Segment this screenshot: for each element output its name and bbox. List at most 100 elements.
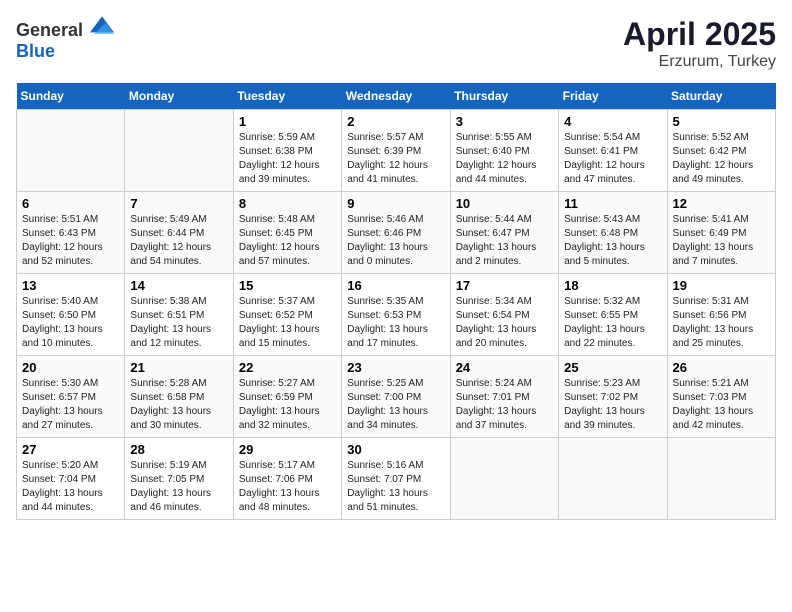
day-info: Sunrise: 5:27 AMSunset: 6:59 PMDaylight:… — [239, 377, 336, 433]
day-info: Sunrise: 5:31 AMSunset: 6:56 PMDaylight:… — [673, 295, 770, 351]
day-info: Sunrise: 5:38 AMSunset: 6:51 PMDaylight:… — [130, 295, 227, 351]
calendar-day-cell: 23 Sunrise: 5:25 AMSunset: 7:00 PMDayligh… — [342, 356, 450, 438]
calendar-day-cell: 12Sunrise: 5:41 AMSunset: 6:49 PMDayligh… — [667, 192, 775, 274]
weekday-header: Monday — [125, 83, 233, 110]
calendar-day-cell — [667, 438, 775, 520]
day-number: 19 — [673, 278, 770, 293]
day-number: 10 — [456, 196, 553, 211]
day-info: Sunrise: 5:37 AMSunset: 6:52 PMDaylight:… — [239, 295, 336, 351]
calendar-day-cell: 3 Sunrise: 5:55 AMSunset: 6:40 PMDaylight… — [450, 110, 558, 192]
day-number: 5 — [673, 114, 770, 129]
title-block: April 2025 Erzurum, Turkey — [623, 16, 776, 71]
day-info: Sunrise: 5:35 AMSunset: 6:53 PMDaylight:… — [347, 295, 444, 351]
day-info: Sunrise: 5:52 AMSunset: 6:42 PMDaylight:… — [673, 131, 770, 187]
calendar-day-cell: 15 Sunrise: 5:37 AMSunset: 6:52 PMDayligh… — [233, 274, 341, 356]
day-info: Sunrise: 5:59 AMSunset: 6:38 PMDaylight:… — [239, 131, 336, 187]
logo: General Blue — [16, 16, 114, 62]
calendar-day-cell: 9 Sunrise: 5:46 AMSunset: 6:46 PMDaylight… — [342, 192, 450, 274]
day-info: Sunrise: 5:23 AMSunset: 7:02 PMDaylight:… — [564, 377, 661, 433]
weekday-header: Friday — [559, 83, 667, 110]
calendar-day-cell: 13Sunrise: 5:40 AMSunset: 6:50 PMDayligh… — [17, 274, 125, 356]
calendar-day-cell — [17, 110, 125, 192]
weekday-header: Wednesday — [342, 83, 450, 110]
weekday-header: Tuesday — [233, 83, 341, 110]
day-number: 15 — [239, 278, 336, 293]
calendar-day-cell: 21Sunrise: 5:28 AMSunset: 6:58 PMDayligh… — [125, 356, 233, 438]
day-number: 26 — [673, 360, 770, 375]
calendar-day-cell: 29 Sunrise: 5:17 AMSunset: 7:06 PMDayligh… — [233, 438, 341, 520]
day-number: 9 — [347, 196, 444, 211]
day-info: Sunrise: 5:17 AMSunset: 7:06 PMDaylight:… — [239, 459, 336, 515]
weekday-header-row: SundayMondayTuesdayWednesdayThursdayFrid… — [17, 83, 776, 110]
calendar-day-cell: 14 Sunrise: 5:38 AMSunset: 6:51 PMDayligh… — [125, 274, 233, 356]
calendar-day-cell: 7 Sunrise: 5:49 AMSunset: 6:44 PMDaylight… — [125, 192, 233, 274]
weekday-header: Saturday — [667, 83, 775, 110]
calendar-table: SundayMondayTuesdayWednesdayThursdayFrid… — [16, 83, 776, 520]
day-number: 24 — [456, 360, 553, 375]
day-number: 30 — [347, 442, 444, 457]
calendar-day-cell: 6 Sunrise: 5:51 AMSunset: 6:43 PMDaylight… — [17, 192, 125, 274]
day-number: 3 — [456, 114, 553, 129]
day-info: Sunrise: 5:34 AMSunset: 6:54 PMDaylight:… — [456, 295, 553, 351]
day-info: Sunrise: 5:57 AMSunset: 6:39 PMDaylight:… — [347, 131, 444, 187]
page-subtitle: Erzurum, Turkey — [623, 53, 776, 71]
logo-general: General — [16, 20, 83, 40]
calendar-day-cell: 4Sunrise: 5:54 AMSunset: 6:41 PMDaylight… — [559, 110, 667, 192]
day-info: Sunrise: 5:51 AMSunset: 6:43 PMDaylight:… — [22, 213, 119, 269]
calendar-day-cell — [450, 438, 558, 520]
calendar-day-cell: 1Sunrise: 5:59 AMSunset: 6:38 PMDaylight… — [233, 110, 341, 192]
day-info: Sunrise: 5:24 AMSunset: 7:01 PMDaylight:… — [456, 377, 553, 433]
calendar-day-cell: 16 Sunrise: 5:35 AMSunset: 6:53 PMDayligh… — [342, 274, 450, 356]
calendar-day-cell: 2 Sunrise: 5:57 AMSunset: 6:39 PMDaylight… — [342, 110, 450, 192]
calendar-week-row: 27Sunrise: 5:20 AMSunset: 7:04 PMDayligh… — [17, 438, 776, 520]
calendar-day-cell — [559, 438, 667, 520]
calendar-day-cell: 30Sunrise: 5:16 AMSunset: 7:07 PMDayligh… — [342, 438, 450, 520]
calendar-day-cell: 27Sunrise: 5:20 AMSunset: 7:04 PMDayligh… — [17, 438, 125, 520]
day-info: Sunrise: 5:43 AMSunset: 6:48 PMDaylight:… — [564, 213, 661, 269]
logo-text: General Blue — [16, 16, 114, 62]
calendar-day-cell: 5 Sunrise: 5:52 AMSunset: 6:42 PMDaylight… — [667, 110, 775, 192]
day-info: Sunrise: 5:48 AMSunset: 6:45 PMDaylight:… — [239, 213, 336, 269]
day-number: 11 — [564, 196, 661, 211]
calendar-day-cell: 25Sunrise: 5:23 AMSunset: 7:02 PMDayligh… — [559, 356, 667, 438]
day-number: 7 — [130, 196, 227, 211]
day-number: 12 — [673, 196, 770, 211]
calendar-day-cell: 28Sunrise: 5:19 AMSunset: 7:05 PMDayligh… — [125, 438, 233, 520]
day-number: 6 — [22, 196, 119, 211]
calendar-week-row: 6 Sunrise: 5:51 AMSunset: 6:43 PMDaylight… — [17, 192, 776, 274]
day-number: 29 — [239, 442, 336, 457]
calendar-week-row: 20Sunrise: 5:30 AMSunset: 6:57 PMDayligh… — [17, 356, 776, 438]
day-info: Sunrise: 5:32 AMSunset: 6:55 PMDaylight:… — [564, 295, 661, 351]
day-info: Sunrise: 5:30 AMSunset: 6:57 PMDaylight:… — [22, 377, 119, 433]
day-info: Sunrise: 5:40 AMSunset: 6:50 PMDaylight:… — [22, 295, 119, 351]
day-number: 14 — [130, 278, 227, 293]
calendar-day-cell: 8 Sunrise: 5:48 AMSunset: 6:45 PMDaylight… — [233, 192, 341, 274]
calendar-day-cell: 10 Sunrise: 5:44 AMSunset: 6:47 PMDayligh… — [450, 192, 558, 274]
day-number: 21 — [130, 360, 227, 375]
weekday-header: Thursday — [450, 83, 558, 110]
weekday-header: Sunday — [17, 83, 125, 110]
calendar-week-row: 1Sunrise: 5:59 AMSunset: 6:38 PMDaylight… — [17, 110, 776, 192]
day-info: Sunrise: 5:54 AMSunset: 6:41 PMDaylight:… — [564, 131, 661, 187]
calendar-day-cell: 26 Sunrise: 5:21 AMSunset: 7:03 PMDayligh… — [667, 356, 775, 438]
day-info: Sunrise: 5:21 AMSunset: 7:03 PMDaylight:… — [673, 377, 770, 433]
day-number: 17 — [456, 278, 553, 293]
day-info: Sunrise: 5:25 AMSunset: 7:00 PMDaylight:… — [347, 377, 444, 433]
calendar-day-cell: 22Sunrise: 5:27 AMSunset: 6:59 PMDayligh… — [233, 356, 341, 438]
day-number: 2 — [347, 114, 444, 129]
day-info: Sunrise: 5:19 AMSunset: 7:05 PMDaylight:… — [130, 459, 227, 515]
day-info: Sunrise: 5:55 AMSunset: 6:40 PMDaylight:… — [456, 131, 553, 187]
day-info: Sunrise: 5:44 AMSunset: 6:47 PMDaylight:… — [456, 213, 553, 269]
calendar-week-row: 13Sunrise: 5:40 AMSunset: 6:50 PMDayligh… — [17, 274, 776, 356]
day-number: 23 — [347, 360, 444, 375]
calendar-day-cell: 24 Sunrise: 5:24 AMSunset: 7:01 PMDayligh… — [450, 356, 558, 438]
day-info: Sunrise: 5:49 AMSunset: 6:44 PMDaylight:… — [130, 213, 227, 269]
day-number: 18 — [564, 278, 661, 293]
day-number: 16 — [347, 278, 444, 293]
day-number: 8 — [239, 196, 336, 211]
day-info: Sunrise: 5:46 AMSunset: 6:46 PMDaylight:… — [347, 213, 444, 269]
calendar-day-cell: 17 Sunrise: 5:34 AMSunset: 6:54 PMDayligh… — [450, 274, 558, 356]
day-info: Sunrise: 5:20 AMSunset: 7:04 PMDaylight:… — [22, 459, 119, 515]
calendar-day-cell — [125, 110, 233, 192]
calendar-day-cell: 18 Sunrise: 5:32 AMSunset: 6:55 PMDayligh… — [559, 274, 667, 356]
